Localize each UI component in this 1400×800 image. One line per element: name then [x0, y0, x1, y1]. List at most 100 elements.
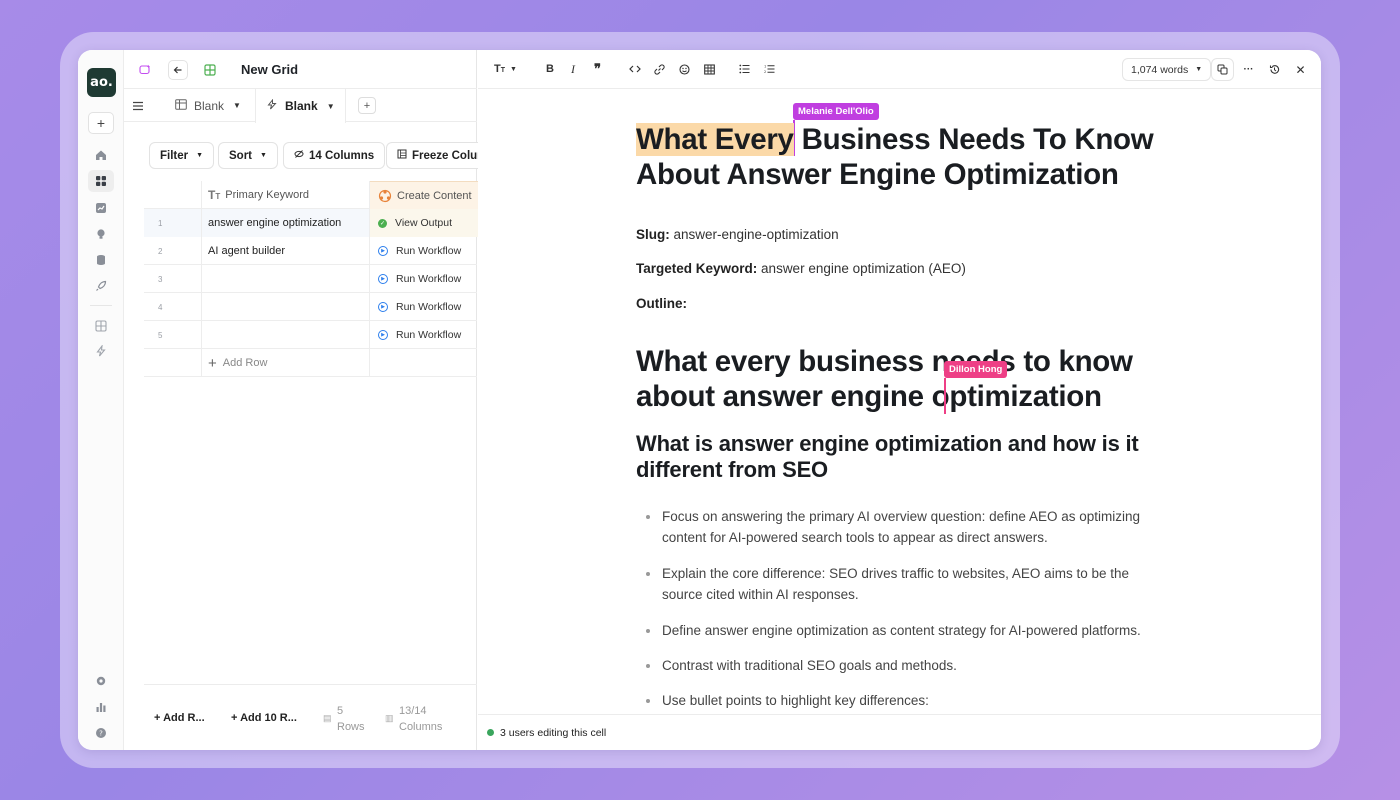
row-number: 5	[144, 321, 202, 349]
lightbulb-icon[interactable]	[88, 223, 114, 245]
emoji-icon[interactable]	[679, 62, 690, 76]
home-icon[interactable]	[88, 144, 114, 166]
text-type-icon: TT	[208, 188, 221, 202]
keyword-label: Targeted Keyword:	[636, 261, 758, 276]
columns-count: ▥ 13/14 Columns	[385, 703, 442, 735]
chevron-down-icon: ▼	[326, 101, 335, 111]
copy-icon[interactable]	[1211, 58, 1234, 81]
content-cell[interactable]: ▶ Run Workflow	[370, 321, 480, 349]
bolt-icon[interactable]	[88, 340, 114, 362]
add-row-label: Add Row	[222, 357, 268, 369]
columns-count-value: 13/14	[399, 705, 427, 717]
grid-icon	[200, 60, 220, 80]
column-header-create-content[interactable]: Create Content	[370, 181, 480, 209]
content-cell[interactable]: ▶ Run Workflow	[370, 265, 480, 293]
plus-icon: +	[231, 712, 241, 724]
help-icon[interactable]: ?	[88, 722, 114, 744]
live-status-dot	[487, 729, 494, 736]
collaborator-cursor-label: Melanie Dell'Olio	[793, 103, 879, 120]
text-style-dropdown[interactable]: TT ▼	[494, 62, 517, 76]
keyword-cell[interactable]: AI agent builder	[202, 237, 370, 265]
table-header-row: TT Primary Keyword Create Content	[144, 181, 480, 209]
code-icon[interactable]	[629, 62, 641, 76]
content-cell[interactable]: ✓ View Output	[370, 209, 480, 237]
add-10-rows-button[interactable]: + Add 10 R...	[231, 712, 297, 724]
sort-label: Sort	[229, 149, 252, 162]
table-row[interactable]: 3 ▶ Run Workflow	[144, 265, 477, 293]
play-circle-icon: ▶	[378, 302, 388, 312]
table-row[interactable]: 1 answer engine optimization ✓ View Outp…	[144, 209, 480, 237]
tab-blank-2[interactable]: Blank ▼	[255, 89, 346, 123]
bar-chart-icon[interactable]	[88, 696, 114, 718]
bullet-list-icon[interactable]	[739, 62, 750, 76]
chart-icon[interactable]	[88, 197, 114, 219]
keyword-cell[interactable]	[202, 293, 370, 321]
table-icon[interactable]	[88, 315, 114, 337]
table-row[interactable]: 2 AI agent builder ▶ Run Workflow	[144, 237, 477, 265]
content-cell[interactable]: ▶ Run Workflow	[370, 293, 480, 321]
menu-icon[interactable]	[132, 89, 146, 122]
table-row[interactable]: 4 ▶ Run Workflow	[144, 293, 477, 321]
freeze-columns-button[interactable]: Freeze Columns	[386, 142, 478, 169]
keyword-line: Targeted Keyword: answer engine optimiza…	[636, 261, 966, 276]
grid-title[interactable]: New Grid	[241, 62, 298, 77]
svg-text:1: 1	[764, 65, 766, 69]
run-workflow-button[interactable]: Run Workflow	[396, 273, 461, 285]
grid-apps-icon[interactable]	[88, 170, 114, 192]
column-header-primary-keyword[interactable]: TT Primary Keyword	[202, 181, 370, 209]
content-cell[interactable]: ▶ Run Workflow	[370, 237, 480, 265]
add-tab-button[interactable]: +	[358, 97, 376, 114]
outline-heading: What every business needs to know	[636, 344, 1133, 379]
run-workflow-button[interactable]: Run Workflow	[396, 301, 461, 313]
view-output-link[interactable]: View Output	[395, 217, 452, 229]
add-row-button[interactable]: + Add Row	[202, 349, 370, 377]
columns-button[interactable]: 14 Columns	[283, 142, 386, 169]
bold-icon[interactable]: B	[546, 62, 554, 76]
plus-icon[interactable]: +	[88, 112, 114, 134]
editor-toolbar: TT ▼ B I ❞ 12 1,074 words ▼ ··· ✕	[478, 50, 1321, 89]
row-number: 1	[144, 209, 202, 237]
back-arrow-icon[interactable]	[168, 60, 188, 80]
plus-icon: +	[154, 712, 164, 724]
tab-label: Blank	[194, 98, 225, 113]
filter-button[interactable]: Filter ▼	[149, 142, 215, 169]
svg-text:2: 2	[764, 70, 766, 74]
database-icon[interactable]	[88, 249, 114, 271]
run-workflow-button[interactable]: Run Workflow	[396, 329, 461, 341]
tab-blank-1[interactable]: Blank ▼	[165, 89, 251, 122]
gear-icon[interactable]	[88, 670, 114, 692]
add-row-footer-button[interactable]: + Add R...	[154, 712, 205, 724]
list-item: Contrast with traditional SEO goals and …	[646, 655, 1166, 676]
keyword-cell[interactable]	[202, 321, 370, 349]
tab-label: Blank	[285, 99, 318, 113]
close-icon[interactable]: ✕	[1289, 58, 1312, 81]
numbered-list-icon[interactable]: 12	[764, 62, 775, 76]
more-options-icon[interactable]: ···	[1237, 58, 1260, 81]
grid-header: New Grid	[124, 50, 477, 89]
rail-divider	[90, 305, 112, 306]
heading-text: about answer engine o	[636, 380, 950, 413]
app-logo[interactable]: ao.	[87, 68, 116, 97]
link-icon[interactable]	[654, 62, 665, 76]
history-icon[interactable]	[1263, 58, 1286, 81]
italic-icon[interactable]: I	[571, 62, 575, 76]
workflow-icon	[266, 98, 278, 113]
keyword-cell[interactable]	[202, 265, 370, 293]
table-row[interactable]: 5 ▶ Run Workflow	[144, 321, 477, 349]
play-circle-icon: ▶	[378, 246, 388, 256]
row-number-header	[144, 181, 202, 209]
document-title-line-2: About Answer Engine Optimization	[636, 158, 1119, 191]
freeze-icon	[397, 149, 407, 162]
sort-button[interactable]: Sort ▼	[218, 142, 278, 169]
word-count-dropdown[interactable]: 1,074 words ▼	[1122, 58, 1212, 81]
rocket-icon[interactable]	[88, 275, 114, 297]
table-insert-icon[interactable]	[704, 62, 715, 76]
row-number	[144, 349, 202, 377]
sparkle-chat-icon[interactable]	[135, 60, 155, 80]
section-heading: What is answer engine optimization and h…	[636, 431, 1139, 456]
slug-value: answer-engine-optimization	[673, 227, 839, 242]
list-item: Focus on answering the primary AI overvi…	[646, 506, 1166, 548]
quote-icon[interactable]: ❞	[594, 61, 601, 76]
keyword-cell[interactable]: answer engine optimization	[202, 209, 370, 237]
run-workflow-button[interactable]: Run Workflow	[396, 245, 461, 257]
